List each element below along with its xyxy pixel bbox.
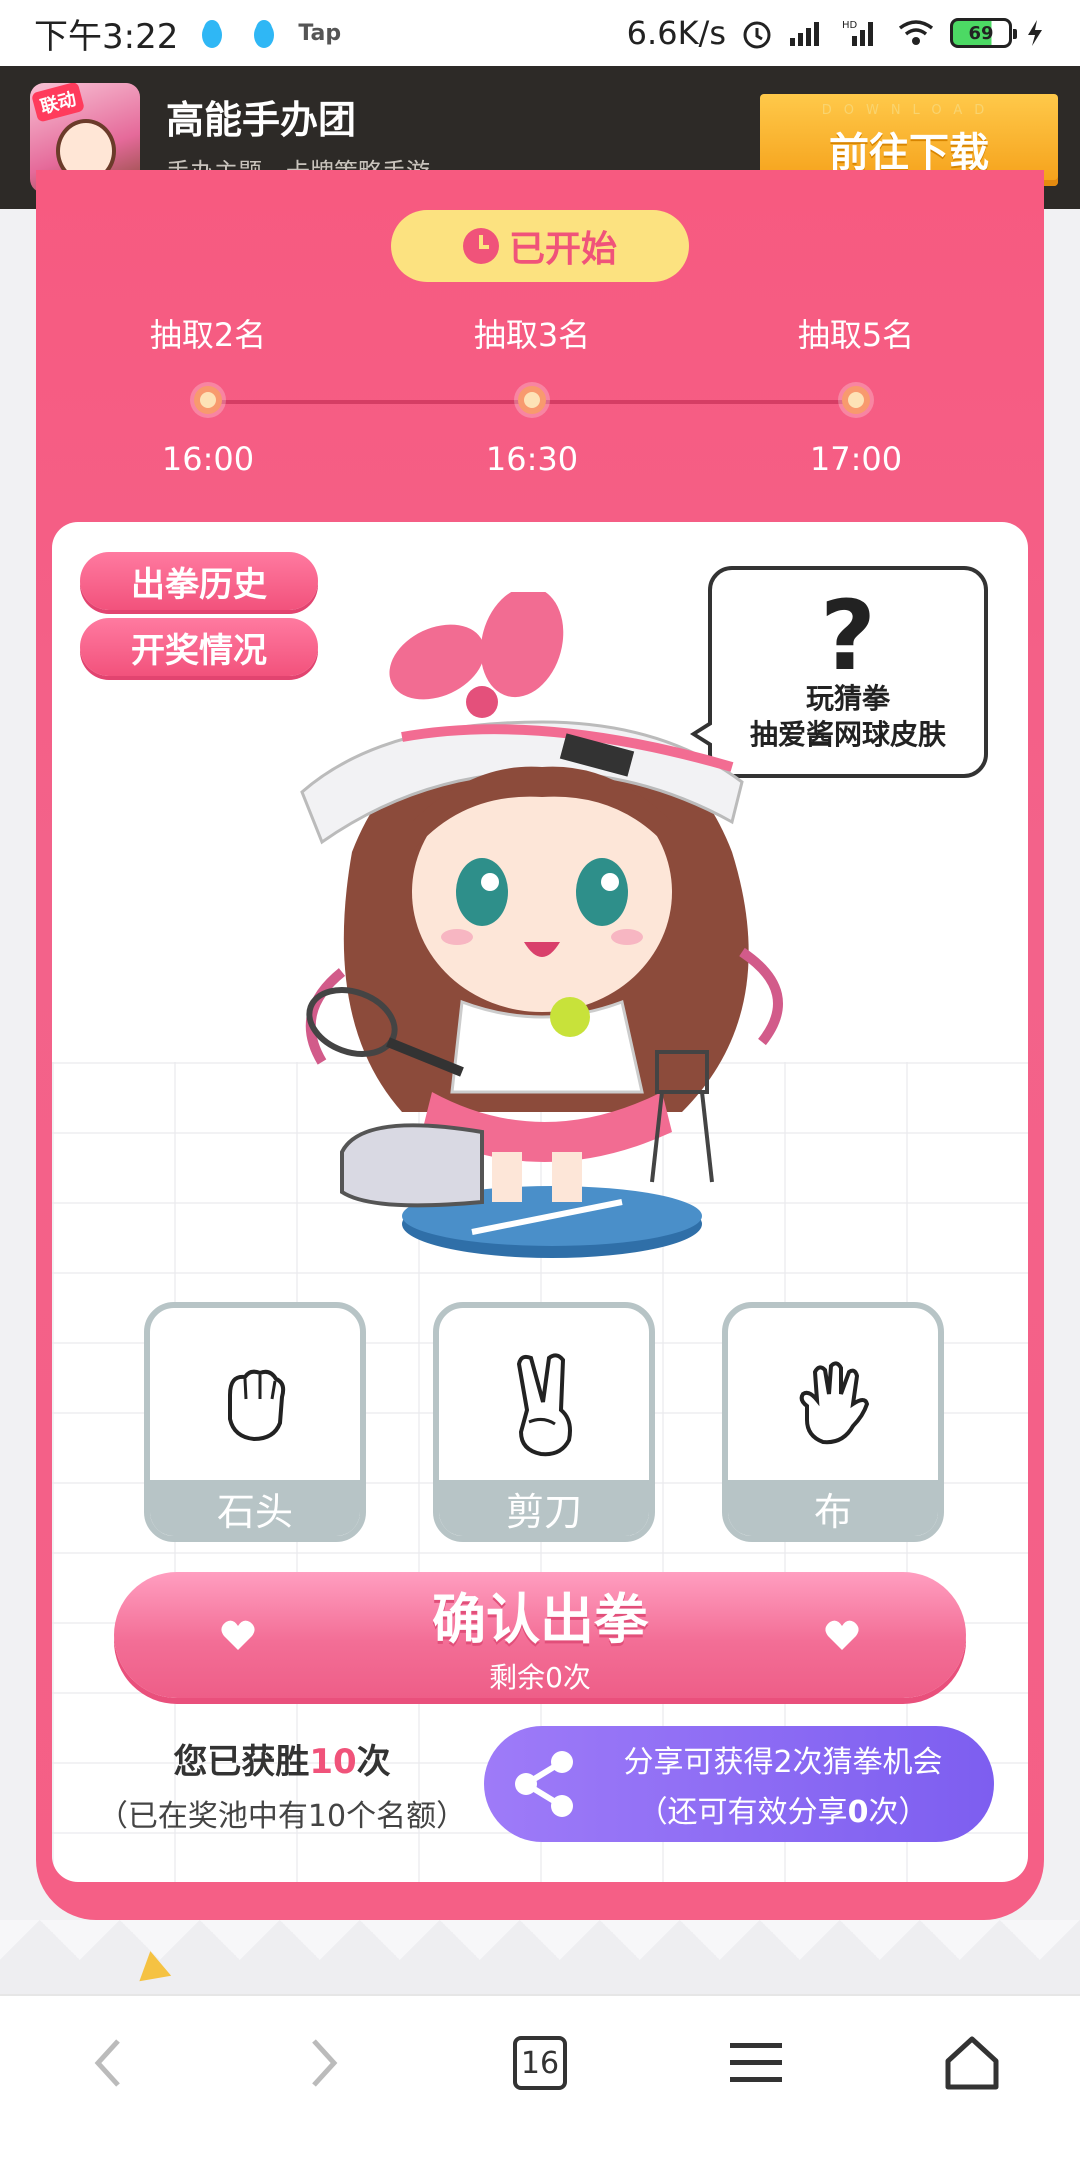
download-small-text: DOWNLOAD xyxy=(821,102,997,118)
win-count: 10 xyxy=(309,1742,357,1782)
share-line2: （还可有效分享0次） xyxy=(637,1795,929,1830)
fist-icon xyxy=(228,1369,286,1442)
win-info: 您已获胜10次 （已在奖池中有10个名额） xyxy=(72,1734,492,1835)
chevron-left-icon xyxy=(94,2039,120,2087)
menu-icon xyxy=(730,2043,782,2082)
svg-text:HD: HD xyxy=(842,20,858,31)
heart-icon xyxy=(825,1620,859,1650)
ad-title: 高能手办团 xyxy=(166,97,357,142)
confirm-label: 确认出拳 xyxy=(432,1587,648,1651)
clock-icon xyxy=(462,228,499,264)
character-illustration xyxy=(300,592,783,1258)
timeline-stop: 抽取2名 16:00 xyxy=(78,310,338,478)
share-count: 0 xyxy=(847,1795,869,1830)
timeline-label: 抽取5名 xyxy=(797,316,915,354)
network-speed: 6.6K/s xyxy=(626,14,726,52)
question-mark: ? xyxy=(820,580,876,692)
scissors-hand-icon xyxy=(516,1353,572,1457)
timeline-stop: 抽取5名 17:00 xyxy=(726,310,986,478)
chevron-right-icon xyxy=(312,2039,338,2087)
timeline-time: 16:30 xyxy=(485,440,579,478)
heart-icon xyxy=(221,1620,255,1650)
timeline-time: 17:00 xyxy=(809,440,903,478)
download-label: 前往下载 xyxy=(829,129,989,176)
rock-label: 石头 xyxy=(150,1480,360,1536)
battery-icon: 69 xyxy=(950,18,1017,48)
game-panel: 出拳历史 开奖情况 ? 玩猜拳 抽爱酱网球皮肤 石头 剪刀 布 确认出拳 剩余0… xyxy=(52,522,1028,1882)
menu-button[interactable] xyxy=(701,2008,811,2118)
timeline-time: 16:00 xyxy=(161,440,255,478)
status-time: 下午3:22 xyxy=(34,16,179,57)
timeline-dot xyxy=(518,386,546,414)
confirm-punch-button[interactable]: 确认出拳 剩余0次 xyxy=(114,1572,966,1698)
event-status-pill: 已开始 xyxy=(391,210,689,282)
qq-icon xyxy=(254,20,275,48)
timeline-stop: 抽取3名 16:30 xyxy=(402,310,662,478)
home-button[interactable] xyxy=(917,2008,1027,2118)
timeline-label: 抽取2名 xyxy=(149,316,267,354)
timeline-label: 抽取3名 xyxy=(473,316,591,354)
open-hand-icon xyxy=(799,1361,870,1445)
status-bar: 下午3:22 Tap 6.6K/s HD 69 xyxy=(0,0,1080,66)
signal-hd-icon: HD xyxy=(842,20,873,46)
back-button[interactable] xyxy=(53,2008,163,2118)
timeline-dot xyxy=(194,386,222,414)
alarm-icon xyxy=(743,21,771,49)
qq-icon xyxy=(202,20,223,48)
timeline-dot xyxy=(842,386,870,414)
tap-notification-icon: Tap xyxy=(298,20,342,46)
share-button[interactable]: 分享可获得2次猜拳机会 （还可有效分享0次） xyxy=(484,1726,994,1842)
rps-choices: 石头 剪刀 布 xyxy=(144,1302,944,1542)
share-line1: 分享可获得2次猜拳机会 xyxy=(623,1745,943,1780)
wifi-icon xyxy=(898,20,934,45)
paper-label: 布 xyxy=(728,1480,938,1536)
tab-count: 16 xyxy=(513,2036,567,2090)
scissors-label: 剪刀 xyxy=(439,1480,649,1536)
draw-timeline: 抽取2名 16:00 抽取3名 16:30 抽取5名 17:00 xyxy=(96,310,984,490)
browser-bottom-nav: 16 xyxy=(0,1994,1080,2160)
scissors-option[interactable]: 剪刀 xyxy=(433,1302,655,1542)
collab-tag: 联动 xyxy=(30,82,86,123)
event-card: 已开始 抽取2名 16:00 抽取3名 16:30 抽取5名 17:00 出拳历… xyxy=(36,170,1044,1920)
win-summary: 您已获胜10次 xyxy=(173,1742,391,1782)
forward-button[interactable] xyxy=(269,2008,379,2118)
remaining-count: 剩余0次 xyxy=(489,1660,591,1694)
rock-option[interactable]: 石头 xyxy=(144,1302,366,1542)
win-pool-note: （已在奖池中有10个名额） xyxy=(97,1799,467,1834)
paper-option[interactable]: 布 xyxy=(722,1302,944,1542)
home-icon xyxy=(945,2036,999,2090)
tabs-button[interactable]: 16 xyxy=(485,2008,595,2118)
signal-icon xyxy=(790,22,819,46)
charging-icon xyxy=(1028,20,1042,46)
share-icon xyxy=(515,1751,573,1817)
event-status: 已开始 xyxy=(508,229,617,270)
